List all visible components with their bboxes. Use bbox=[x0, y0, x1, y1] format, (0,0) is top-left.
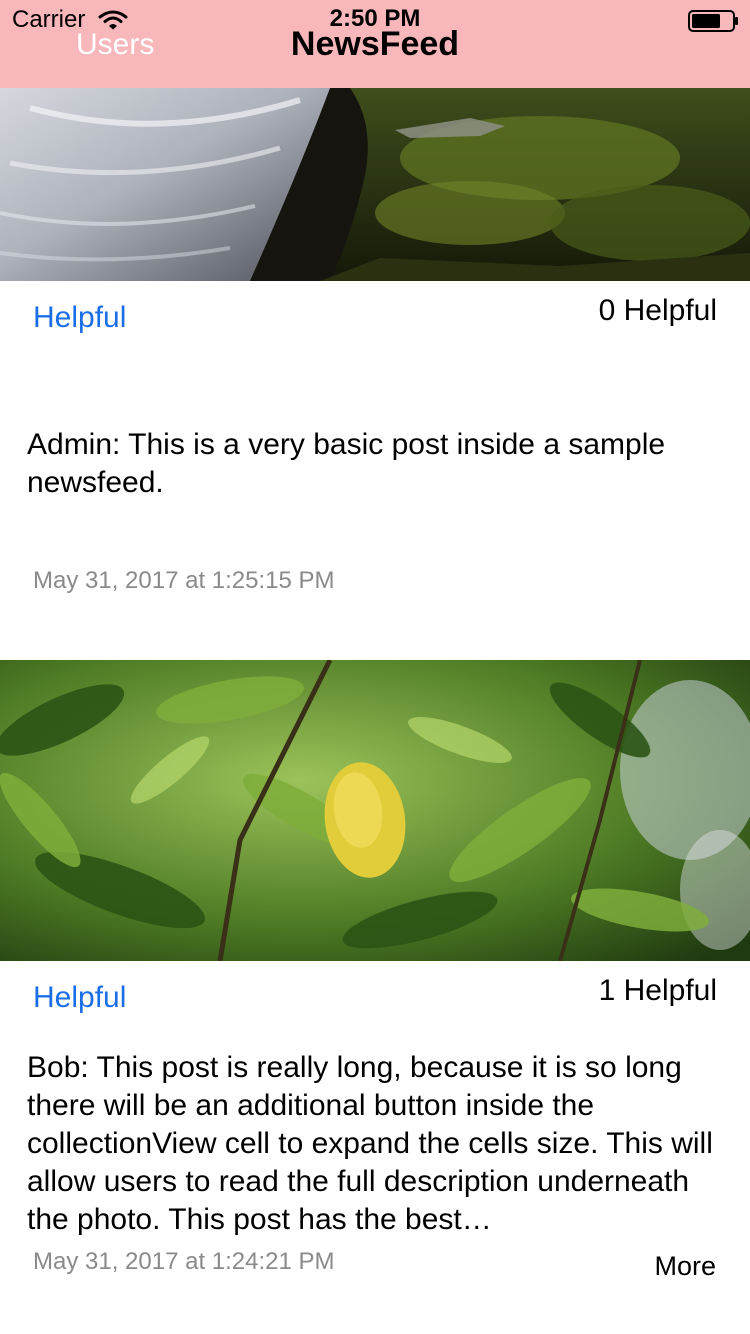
helpful-button[interactable]: Helpful bbox=[33, 301, 126, 335]
page-title: NewsFeed bbox=[290, 25, 460, 63]
post-date: May 31, 2017 at 1:25:15 PM bbox=[33, 567, 335, 594]
post-text: Bob: This post is really long, because i… bbox=[27, 1051, 713, 1236]
post-date: May 31, 2017 at 1:24:21 PM bbox=[33, 1248, 335, 1275]
navigation-bar: Carrier 2:50 PM Users NewsFeed bbox=[0, 0, 750, 88]
helpful-button[interactable]: Helpful bbox=[33, 981, 126, 1015]
more-button[interactable]: More bbox=[654, 1251, 716, 1282]
green-leaves-photo bbox=[0, 660, 750, 961]
post-text: Admin: This is a very basic post inside … bbox=[27, 428, 666, 499]
waterfall-moss-photo bbox=[0, 88, 750, 281]
helpful-count: 1 Helpful bbox=[598, 974, 717, 1007]
helpful-count: 0 Helpful bbox=[598, 294, 717, 327]
